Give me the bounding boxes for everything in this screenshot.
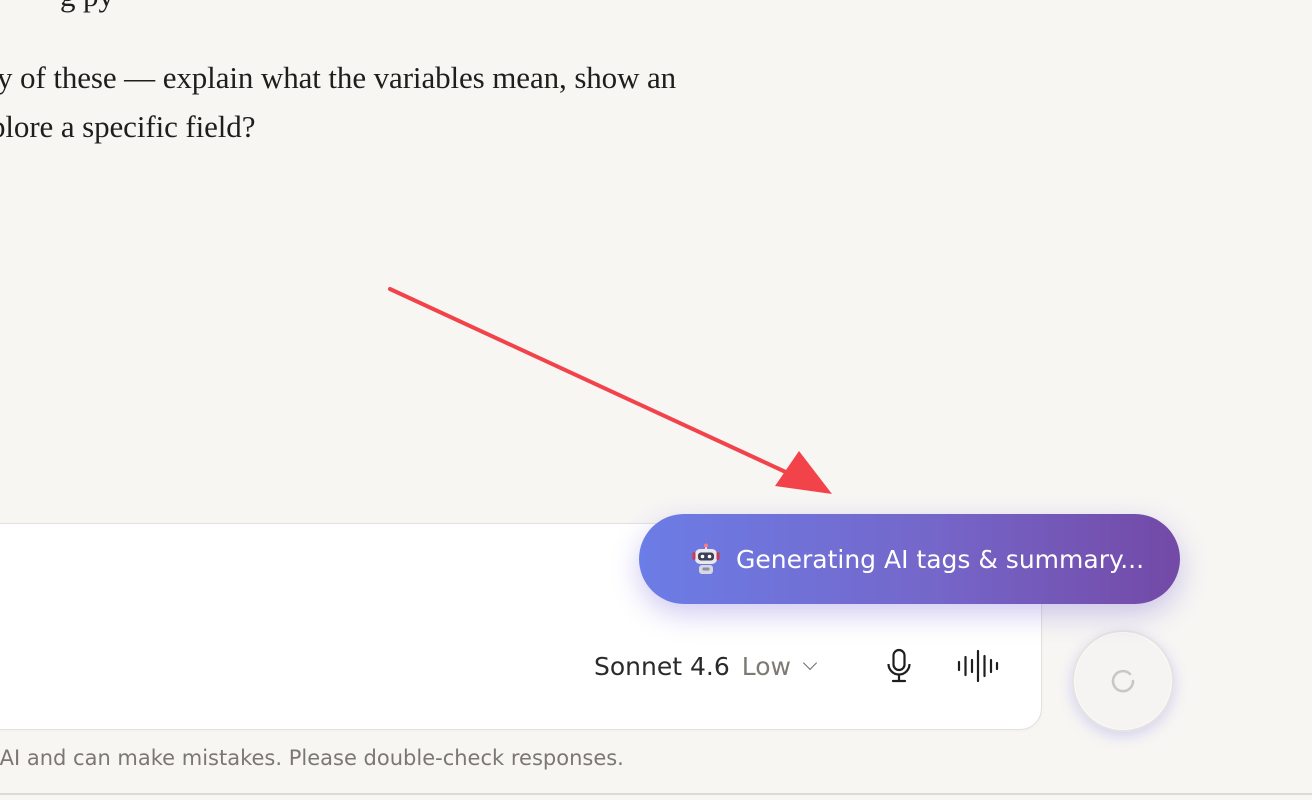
chevron-down-icon: [802, 655, 818, 671]
microphone-button[interactable]: [877, 644, 921, 688]
robot-icon: [692, 543, 720, 574]
bottom-divider: [0, 793, 1312, 795]
toast-label: Generating AI tags & summary...: [736, 544, 1145, 574]
voice-waveform-icon: [957, 649, 999, 683]
model-name: Sonnet 4.6: [594, 651, 730, 681]
loading-spinner-icon: [1111, 669, 1135, 693]
microphone-icon: [887, 648, 911, 683]
send-button[interactable]: [1072, 630, 1174, 732]
voice-mode-button[interactable]: [956, 644, 1000, 688]
disclaimer-text: s AI and can make mistakes. Please doubl…: [0, 746, 624, 770]
message-text-line: plore a specific field?: [0, 109, 256, 144]
message-text-line: g py: [60, 0, 114, 14]
message-text-line: y of these — explain what the variables …: [0, 60, 677, 95]
model-selector[interactable]: Sonnet 4.6 Low: [594, 646, 818, 686]
effort-level: Low: [741, 651, 791, 681]
ai-tags-toast: Generating AI tags & summary...: [639, 514, 1180, 604]
